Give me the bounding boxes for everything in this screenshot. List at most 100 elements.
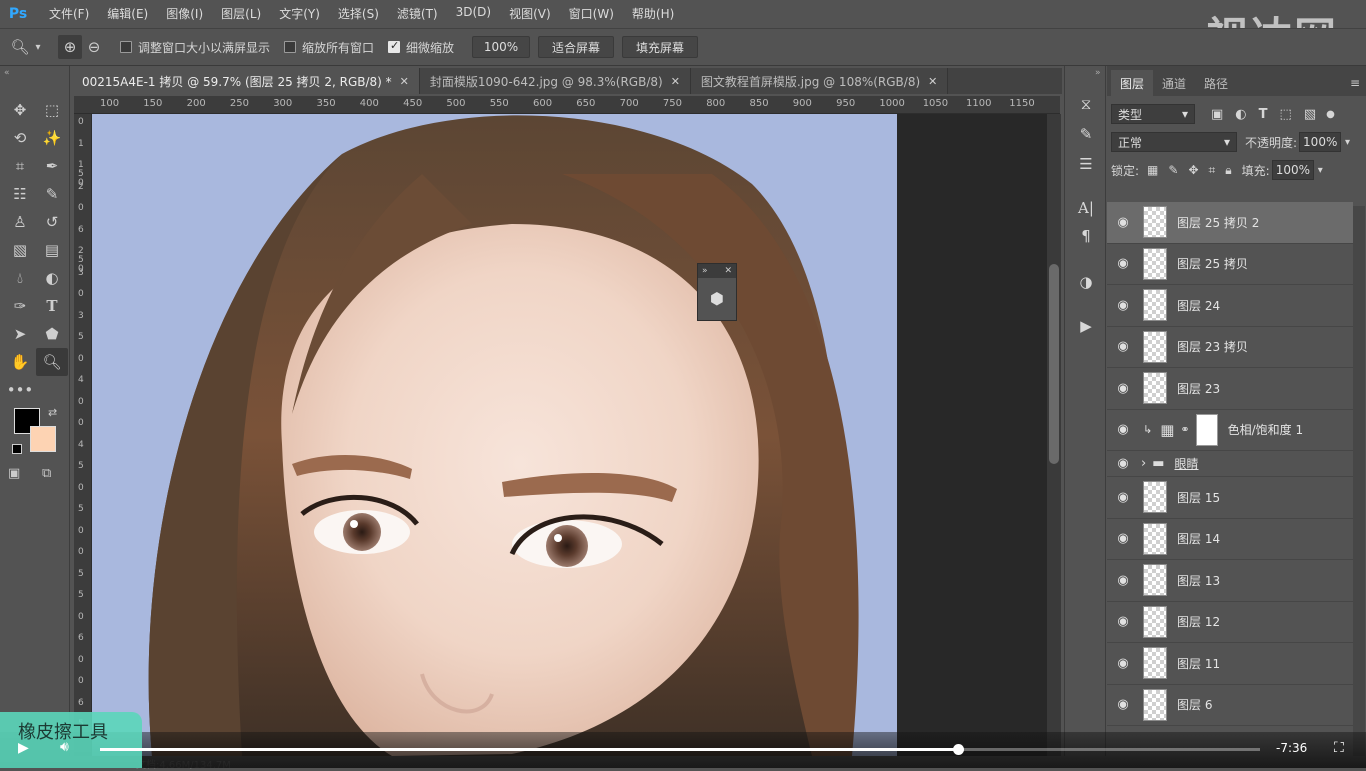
layer-row[interactable]: ◉ 图层 13 xyxy=(1107,560,1353,602)
blur-tool-icon[interactable]: 💧︎ xyxy=(4,264,36,292)
menu-item-5[interactable]: 选择(S) xyxy=(329,5,388,22)
filter-toggle-icon[interactable]: ● xyxy=(1326,109,1335,120)
layer-thumbnail[interactable] xyxy=(1143,647,1167,680)
fill-input[interactable]: 100% xyxy=(1271,160,1314,180)
layer-row[interactable]: ◉ 图层 24 xyxy=(1107,285,1353,327)
visibility-eye-icon[interactable]: ◉ xyxy=(1107,215,1139,230)
visibility-eye-icon[interactable]: ◉ xyxy=(1107,339,1139,354)
custom-shape-tool-icon[interactable]: ⬟ xyxy=(36,320,68,348)
brush-settings-icon[interactable]: ✎ xyxy=(1074,122,1098,146)
more-tools-icon[interactable]: ••• xyxy=(4,376,36,404)
layer-thumbnail[interactable] xyxy=(1143,564,1167,597)
quick-mask-icon[interactable]: ▣ xyxy=(8,466,20,481)
pen-tool-icon[interactable]: ✑ xyxy=(4,292,36,320)
visibility-eye-icon[interactable]: ◉ xyxy=(1107,573,1139,588)
lock-transparent-icon[interactable]: ▦ xyxy=(1147,163,1158,177)
fit-screen-button[interactable]: 适合屏幕 xyxy=(538,36,615,58)
visibility-eye-icon[interactable]: ◉ xyxy=(1107,298,1139,313)
play-icon[interactable]: ▶ xyxy=(18,740,29,756)
eraser-tool-icon[interactable]: ▧ xyxy=(4,236,36,264)
panel-menu-icon[interactable]: ≡ xyxy=(1350,70,1360,96)
visibility-eye-icon[interactable]: ◉ xyxy=(1107,531,1139,546)
path-selection-tool-icon[interactable]: ➤ xyxy=(4,320,36,348)
actions-play-icon[interactable]: ▶ xyxy=(1074,314,1098,338)
properties-icon[interactable]: ⬢ xyxy=(698,278,736,318)
volume-icon[interactable]: 🔊︎ xyxy=(60,739,69,755)
layer-row[interactable]: ◉ 图层 23 xyxy=(1107,368,1353,410)
layer-filter-dropdown[interactable]: 类型 ▾ xyxy=(1111,104,1195,124)
history-brush-tool-icon[interactable]: ↺ xyxy=(36,208,68,236)
lock-image-icon[interactable]: ✎ xyxy=(1168,163,1178,177)
scrubby-zoom-checkbox[interactable] xyxy=(388,39,401,53)
visibility-eye-icon[interactable]: ◉ xyxy=(1107,490,1139,505)
layer-row[interactable]: ◉ 图层 14 xyxy=(1107,519,1353,560)
filter-shape-icon[interactable]: ⬚ xyxy=(1280,107,1292,122)
lasso-tool-icon[interactable]: ⟲ xyxy=(4,124,36,152)
filter-smart-object-icon[interactable]: ▧ xyxy=(1304,107,1316,122)
layer-row[interactable]: ◉ 图层 12 xyxy=(1107,602,1353,643)
filter-pixel-icon[interactable]: ▣ xyxy=(1211,107,1223,122)
adjustments-panel-icon[interactable]: ☰ xyxy=(1074,152,1098,176)
close-icon[interactable]: ✕ xyxy=(671,75,680,88)
clone-stamp-tool-icon[interactable]: ♙ xyxy=(4,208,36,236)
lock-all-icon[interactable]: 🔒︎ xyxy=(1225,163,1231,178)
zoom-in-icon[interactable]: ⊕ xyxy=(58,35,82,59)
scrubby-zoom-option[interactable]: 细微缩放 xyxy=(388,39,454,56)
visibility-eye-icon[interactable]: ◉ xyxy=(1107,422,1139,437)
chevron-down-icon[interactable]: ▾ xyxy=(1318,165,1323,176)
history-panel-icon[interactable]: ⧖ xyxy=(1074,92,1098,116)
layer-mask-thumbnail[interactable] xyxy=(1195,413,1218,446)
layers-scrollbar[interactable] xyxy=(1353,206,1365,756)
zoom-all-checkbox[interactable] xyxy=(284,41,297,53)
chevron-right-icon[interactable]: › xyxy=(1141,456,1146,471)
close-icon[interactable]: ✕ xyxy=(724,266,732,276)
expand-panel-icon[interactable]: » xyxy=(702,266,708,276)
character-panel-icon[interactable]: A| xyxy=(1074,196,1098,220)
document-tab[interactable]: 00215A4E-1 拷贝 @ 59.7% (图层 25 拷贝 2, RGB/8… xyxy=(72,68,420,94)
document-tab[interactable]: 封面模版1090-642.jpg @ 98.3%(RGB/8) ✕ xyxy=(419,68,691,94)
visibility-eye-icon[interactable]: ◉ xyxy=(1107,381,1139,396)
healing-brush-tool-icon[interactable]: ☷ xyxy=(4,180,36,208)
menu-item-8[interactable]: 视图(V) xyxy=(500,5,560,22)
layer-thumbnail[interactable] xyxy=(1143,605,1167,638)
document-tab[interactable]: 图文教程首屏模版.jpg @ 108%(RGB/8) ✕ xyxy=(690,68,949,94)
layer-row[interactable]: ◉ › ▬ 眼睛 xyxy=(1107,451,1353,477)
canvas-vertical-scrollbar[interactable] xyxy=(1047,114,1061,756)
brush-tool-icon[interactable]: ✎ xyxy=(36,180,68,208)
chevron-down-icon[interactable]: ▾ xyxy=(1345,137,1350,148)
menu-item-9[interactable]: 窗口(W) xyxy=(560,5,623,22)
chevron-down-icon[interactable]: ▾ xyxy=(32,35,44,59)
menu-item-4[interactable]: 文字(Y) xyxy=(270,5,329,22)
menu-item-10[interactable]: 帮助(H) xyxy=(623,5,683,22)
move-tool-icon[interactable]: ✥ xyxy=(4,96,36,124)
canvas-scroll-thumb[interactable] xyxy=(1049,264,1059,464)
zoom-tool-preset-icon[interactable]: 🔍︎ xyxy=(8,35,32,59)
visibility-eye-icon[interactable]: ◉ xyxy=(1107,697,1139,712)
layer-thumbnail[interactable] xyxy=(1143,330,1167,363)
collapse-toolbar-icon[interactable]: « xyxy=(4,68,10,78)
close-icon[interactable]: ✕ xyxy=(928,75,937,88)
layer-row[interactable]: ◉ 图层 6 xyxy=(1107,685,1353,726)
layer-thumbnail[interactable] xyxy=(1143,522,1167,555)
layer-row[interactable]: ◉ 图层 11 xyxy=(1107,643,1353,685)
layer-thumbnail[interactable] xyxy=(1143,289,1167,322)
default-colors-icon[interactable] xyxy=(12,444,22,454)
fill-screen-button[interactable]: 填充屏幕 xyxy=(622,36,699,58)
menu-item-0[interactable]: 文件(F) xyxy=(40,5,98,22)
zoom-100-button[interactable]: 100% xyxy=(472,36,531,58)
dodge-tool-icon[interactable]: ◐ xyxy=(36,264,68,292)
menu-item-2[interactable]: 图像(I) xyxy=(157,5,212,22)
layer-row[interactable]: ◉ 图层 23 拷贝 xyxy=(1107,327,1353,368)
filter-adjustment-icon[interactable]: ◐ xyxy=(1235,107,1246,122)
layer-row[interactable]: ◉ 图层 25 拷贝 xyxy=(1107,244,1353,285)
type-tool-icon[interactable]: T xyxy=(36,292,68,320)
tab-channels[interactable]: 通道 xyxy=(1153,70,1195,96)
tab-layers[interactable]: 图层 xyxy=(1111,70,1154,96)
layer-thumbnail[interactable] xyxy=(1143,481,1167,514)
layer-thumbnail[interactable] xyxy=(1143,688,1167,721)
zoom-all-option[interactable]: 缩放所有窗口 xyxy=(284,39,374,56)
magic-wand-tool-icon[interactable]: ✨ xyxy=(36,124,68,152)
zoom-tool-icon[interactable]: 🔍︎ xyxy=(36,348,68,376)
layer-row[interactable]: ◉ 图层 25 拷贝 2 xyxy=(1107,202,1353,244)
visibility-eye-icon[interactable]: ◉ xyxy=(1107,614,1139,629)
